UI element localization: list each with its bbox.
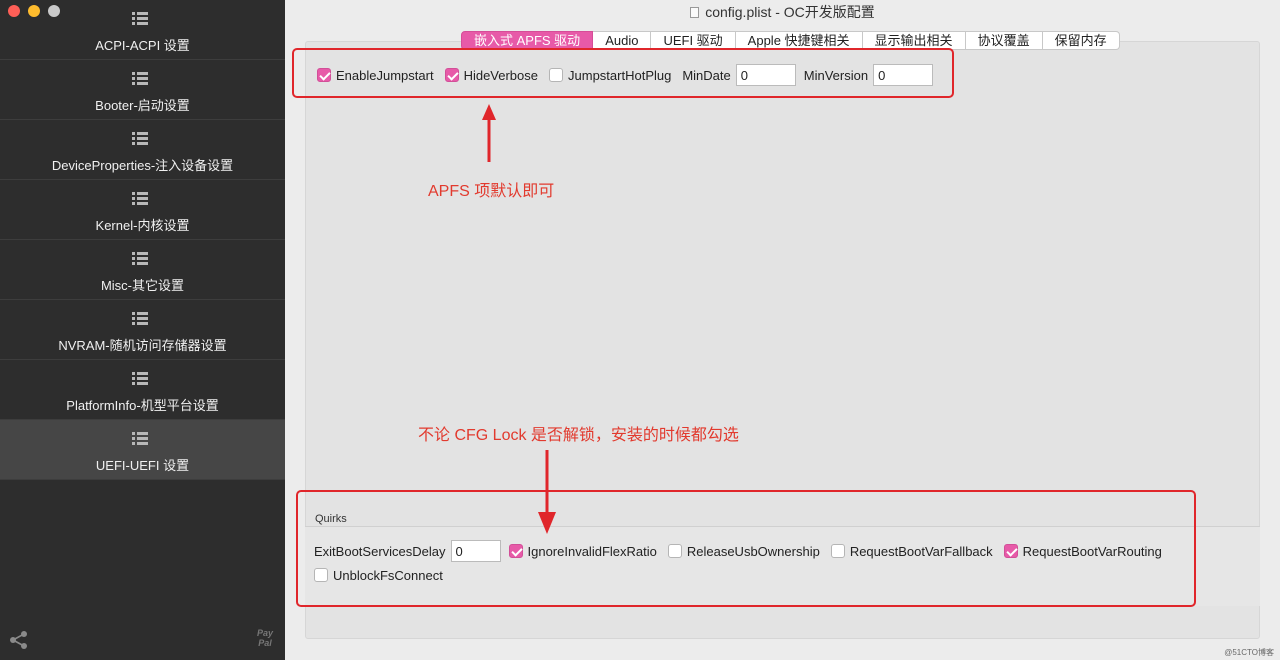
hide-verbose-checkbox[interactable] — [444, 68, 459, 82]
tab-reserved-memory[interactable]: 保留内存 — [1042, 31, 1120, 50]
unblock-fs-connect-checkbox[interactable] — [314, 568, 328, 582]
ignore-invalid-flex-ratio-checkbox[interactable] — [508, 544, 523, 558]
release-usb-ownership-checkbox[interactable] — [667, 544, 682, 558]
annotation-arrow-down-icon — [538, 450, 556, 534]
share-icon[interactable] — [8, 630, 30, 650]
quirks-section-label: Quirks — [315, 513, 347, 525]
min-version-label: MinVersion — [803, 67, 869, 83]
exit-boot-services-delay-label: ExitBootServicesDelay — [314, 543, 446, 559]
sidebar-item-nvram[interactable]: NVRAM-随机访问存储器设置 — [0, 300, 285, 360]
tab-audio[interactable]: Audio — [593, 31, 652, 50]
tab-protocols[interactable]: 协议覆盖 — [965, 31, 1043, 50]
quirks-row: UnblockFsConnect — [314, 565, 454, 585]
sidebar-item-label: ACPI-ACPI 设置 — [95, 38, 190, 53]
sidebar: ACPI-ACPI 设置 Booter-启动设置 DevicePropertie… — [0, 0, 285, 660]
quirks-row: ExitBootServicesDelay IgnoreInvalidFlexR… — [314, 540, 1173, 562]
sidebar-item-label: Kernel-内核设置 — [95, 218, 190, 233]
tab-apfs[interactable]: 嵌入式 APFS 驱动 — [461, 31, 594, 50]
annotation-note-quirks: 不论 CFG Lock 是否解锁，安装的时候都勾选 — [418, 427, 739, 444]
apfs-settings-row: EnableJumpstart HideVerbose JumpstartHot… — [317, 63, 941, 87]
list-icon — [132, 72, 148, 86]
sidebar-item-acpi[interactable]: ACPI-ACPI 设置 — [0, 0, 285, 60]
paypal-icon[interactable]: Pay Pal — [252, 628, 278, 652]
enable-jumpstart-checkbox[interactable] — [317, 68, 331, 82]
tab-apple-input[interactable]: Apple 快捷键相关 — [735, 31, 863, 50]
release-usb-ownership-label: ReleaseUsbOwnership — [686, 543, 820, 559]
window-titlebar: config.plist - OC开发版配置 — [285, 0, 1280, 24]
annotation-note-apfs: APFS 项默认即可 — [428, 183, 555, 200]
sidebar-item-uefi[interactable]: UEFI-UEFI 设置 — [0, 420, 285, 480]
list-icon — [132, 372, 148, 386]
sidebar-item-label: Booter-启动设置 — [95, 98, 190, 113]
window-title: config.plist - OC开发版配置 — [705, 4, 875, 20]
tab-output[interactable]: 显示输出相关 — [862, 31, 966, 50]
sidebar-item-platforminfo[interactable]: PlatformInfo-机型平台设置 — [0, 360, 285, 420]
document-icon — [690, 7, 700, 18]
tab-uefi-drivers[interactable]: UEFI 驱动 — [651, 31, 736, 50]
list-icon — [132, 132, 148, 146]
annotation-arrow-up-icon — [482, 104, 496, 162]
sidebar-item-label: NVRAM-随机访问存储器设置 — [58, 338, 227, 353]
list-icon — [132, 252, 148, 266]
sidebar-item-label: UEFI-UEFI 设置 — [95, 458, 190, 473]
exit-boot-services-delay-input[interactable] — [450, 540, 501, 562]
request-boot-var-fallback-label: RequestBootVarFallback — [849, 543, 993, 559]
sidebar-item-label: PlatformInfo-机型平台设置 — [66, 398, 219, 413]
jumpstart-hotplug-label: JumpstartHotPlug — [568, 67, 672, 83]
enable-jumpstart-label: EnableJumpstart — [336, 67, 434, 83]
list-icon — [132, 12, 148, 26]
sidebar-item-deviceproperties[interactable]: DeviceProperties-注入设备设置 — [0, 120, 285, 180]
request-boot-var-routing-label: RequestBootVarRouting — [1022, 543, 1162, 559]
unblock-fs-connect-label: UnblockFsConnect — [333, 567, 443, 583]
hide-verbose-label: HideVerbose — [463, 67, 539, 83]
request-boot-var-fallback-checkbox[interactable] — [830, 544, 845, 558]
sidebar-item-kernel[interactable]: Kernel-内核设置 — [0, 180, 285, 240]
list-icon — [132, 312, 148, 326]
list-icon — [132, 192, 148, 206]
sidebar-item-label: Misc-其它设置 — [100, 278, 185, 293]
sidebar-item-label: DeviceProperties-注入设备设置 — [51, 158, 234, 173]
watermark: @51CTO博客 — [1224, 648, 1274, 657]
ignore-invalid-flex-ratio-label: IgnoreInvalidFlexRatio — [527, 543, 657, 559]
sidebar-item-misc[interactable]: Misc-其它设置 — [0, 240, 285, 300]
min-version-input[interactable] — [873, 64, 934, 86]
min-date-input[interactable] — [735, 64, 796, 86]
request-boot-var-routing-checkbox[interactable] — [1003, 544, 1018, 558]
jumpstart-hotplug-checkbox[interactable] — [549, 68, 564, 82]
main-area: config.plist - OC开发版配置 嵌入式 APFS 驱动 Audio… — [285, 0, 1280, 660]
list-icon — [132, 432, 148, 446]
min-date-label: MinDate — [682, 67, 731, 83]
sidebar-item-booter[interactable]: Booter-启动设置 — [0, 60, 285, 120]
tab-bar: 嵌入式 APFS 驱动 Audio UEFI 驱动 Apple 快捷键相关 显示… — [461, 31, 1120, 50]
